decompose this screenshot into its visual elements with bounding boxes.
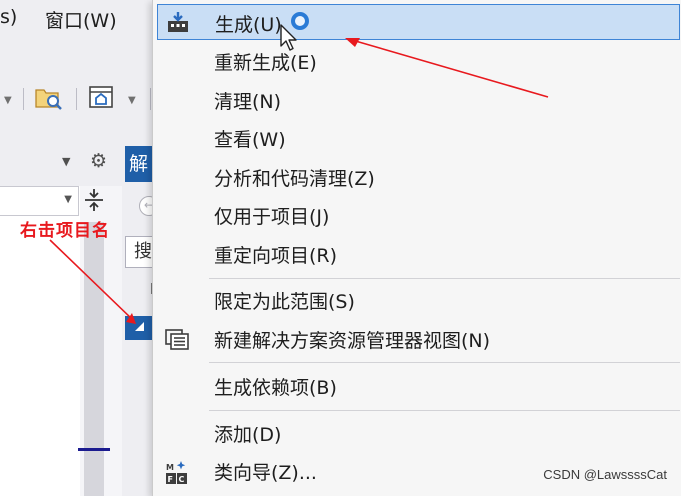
watermark: CSDN @LawssssCat: [543, 467, 667, 482]
annotation-arrows: [49, 38, 549, 324]
annotation-arrow-menu: [345, 38, 549, 98]
annotation-arrow-project: [49, 239, 136, 324]
